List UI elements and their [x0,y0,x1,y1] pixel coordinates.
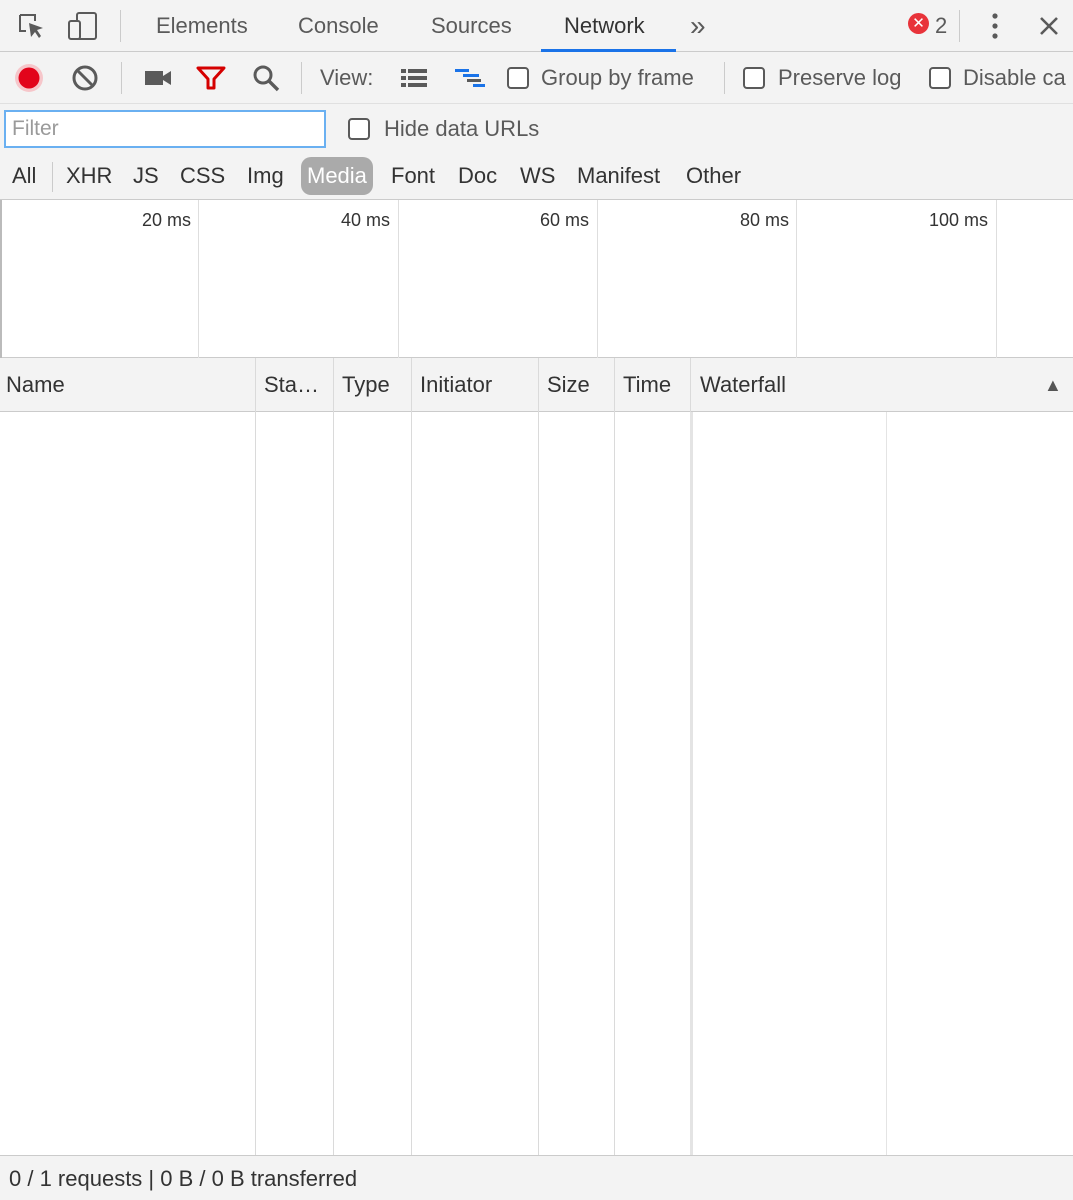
tab-sources[interactable]: Sources [431,0,512,52]
toolbar-divider [959,10,960,42]
tab-console[interactable]: Console [298,0,379,52]
disable-cache-checkbox[interactable] [929,67,951,89]
column-divider [255,412,256,1155]
preserve-log-checkbox[interactable] [743,67,765,89]
hide-data-urls-label[interactable]: Hide data URLs [384,104,539,154]
type-manifest[interactable]: Manifest [571,157,666,195]
type-img[interactable]: Img [241,157,290,195]
devtools-tab-bar: Elements Console Sources Network » ✕ 2 [0,0,1073,52]
type-divider [52,162,53,192]
hide-data-urls-checkbox[interactable] [348,118,370,140]
column-divider [538,358,539,412]
group-by-frame-label[interactable]: Group by frame [541,52,694,104]
column-header-initiator[interactable]: Initiator [420,358,492,412]
type-all[interactable]: All [6,157,42,195]
overview-gridline [796,200,797,358]
column-header-waterfall[interactable]: Waterfall [700,358,786,412]
overview-gridline [198,200,199,358]
waterfall-gridline [886,412,887,1155]
column-divider [333,412,334,1155]
overview-gridline [996,200,997,358]
requests-table-header: Name Sta… Type Initiator Size Time Water… [0,358,1073,412]
requests-table-body [0,412,1073,1155]
tab-network[interactable]: Network [564,0,645,52]
screenshot-camera-icon[interactable] [140,52,176,104]
type-media[interactable]: Media [301,157,373,195]
device-toolbar-icon[interactable] [64,0,102,52]
type-font[interactable]: Font [385,157,441,195]
column-header-time[interactable]: Time [623,358,671,412]
resource-type-filter: All XHR JS CSS Img Media Font Doc WS Man… [0,154,1073,200]
toolbar-divider [120,10,121,42]
type-js[interactable]: JS [127,157,165,195]
type-ws[interactable]: WS [514,157,561,195]
column-header-status[interactable]: Sta… [264,358,319,412]
preserve-log-label[interactable]: Preserve log [778,52,902,104]
inspect-element-icon[interactable] [14,0,48,52]
overview-tick-label: 100 ms [929,210,989,230]
column-divider [614,412,615,1155]
filter-bar: Hide data URLs [0,104,1073,154]
column-divider [690,412,693,1155]
request-summary: 0 / 1 requests | 0 B / 0 B transferred [9,1166,358,1191]
column-divider [411,412,412,1155]
type-xhr[interactable]: XHR [60,157,118,195]
record-icon[interactable] [12,52,46,104]
overview-tick-label: 80 ms [740,210,790,230]
column-divider [333,358,334,412]
group-by-frame-checkbox[interactable] [507,67,529,89]
overview-tick-label: 40 ms [341,210,391,230]
sort-ascending-icon[interactable]: ▲ [1044,358,1062,412]
tab-elements[interactable]: Elements [156,0,248,52]
view-label: View: [320,65,374,90]
column-divider [690,358,691,412]
toolbar-divider [121,62,122,94]
overview-gridline [0,200,2,358]
column-header-size[interactable]: Size [547,358,590,412]
filter-icon[interactable] [193,52,229,104]
overview-tick-label: 20 ms [142,210,192,230]
waterfall-view-icon[interactable] [452,52,488,104]
timeline-overview[interactable]: 20 ms 40 ms 60 ms 80 ms 100 ms [0,200,1073,358]
column-header-type[interactable]: Type [342,358,390,412]
overview-gridline [398,200,399,358]
clear-icon[interactable] [68,52,102,104]
network-toolbar: View: Group by frame Preserve log Disabl… [0,52,1073,104]
disable-cache-label[interactable]: Disable ca [963,52,1066,104]
more-tabs-button[interactable]: » [690,0,706,52]
column-header-name[interactable]: Name [6,358,65,412]
type-doc[interactable]: Doc [452,157,503,195]
toolbar-divider [724,62,725,94]
network-status-bar: 0 / 1 requests | 0 B / 0 B transferred [0,1155,1073,1200]
type-css[interactable]: CSS [174,157,231,195]
error-count[interactable]: 2 [935,0,947,52]
type-other[interactable]: Other [680,157,747,195]
column-divider [411,358,412,412]
overview-gridline [597,200,598,358]
filter-input[interactable] [4,110,326,148]
column-divider [255,358,256,412]
large-rows-icon[interactable] [398,52,430,104]
close-icon[interactable] [1034,0,1064,52]
overview-tick-label: 60 ms [540,210,590,230]
column-divider [538,412,539,1155]
more-menu-icon[interactable] [980,0,1010,52]
toolbar-divider [301,62,302,94]
search-icon[interactable] [248,52,284,104]
column-divider [614,358,615,412]
error-icon[interactable]: ✕ [908,13,929,34]
